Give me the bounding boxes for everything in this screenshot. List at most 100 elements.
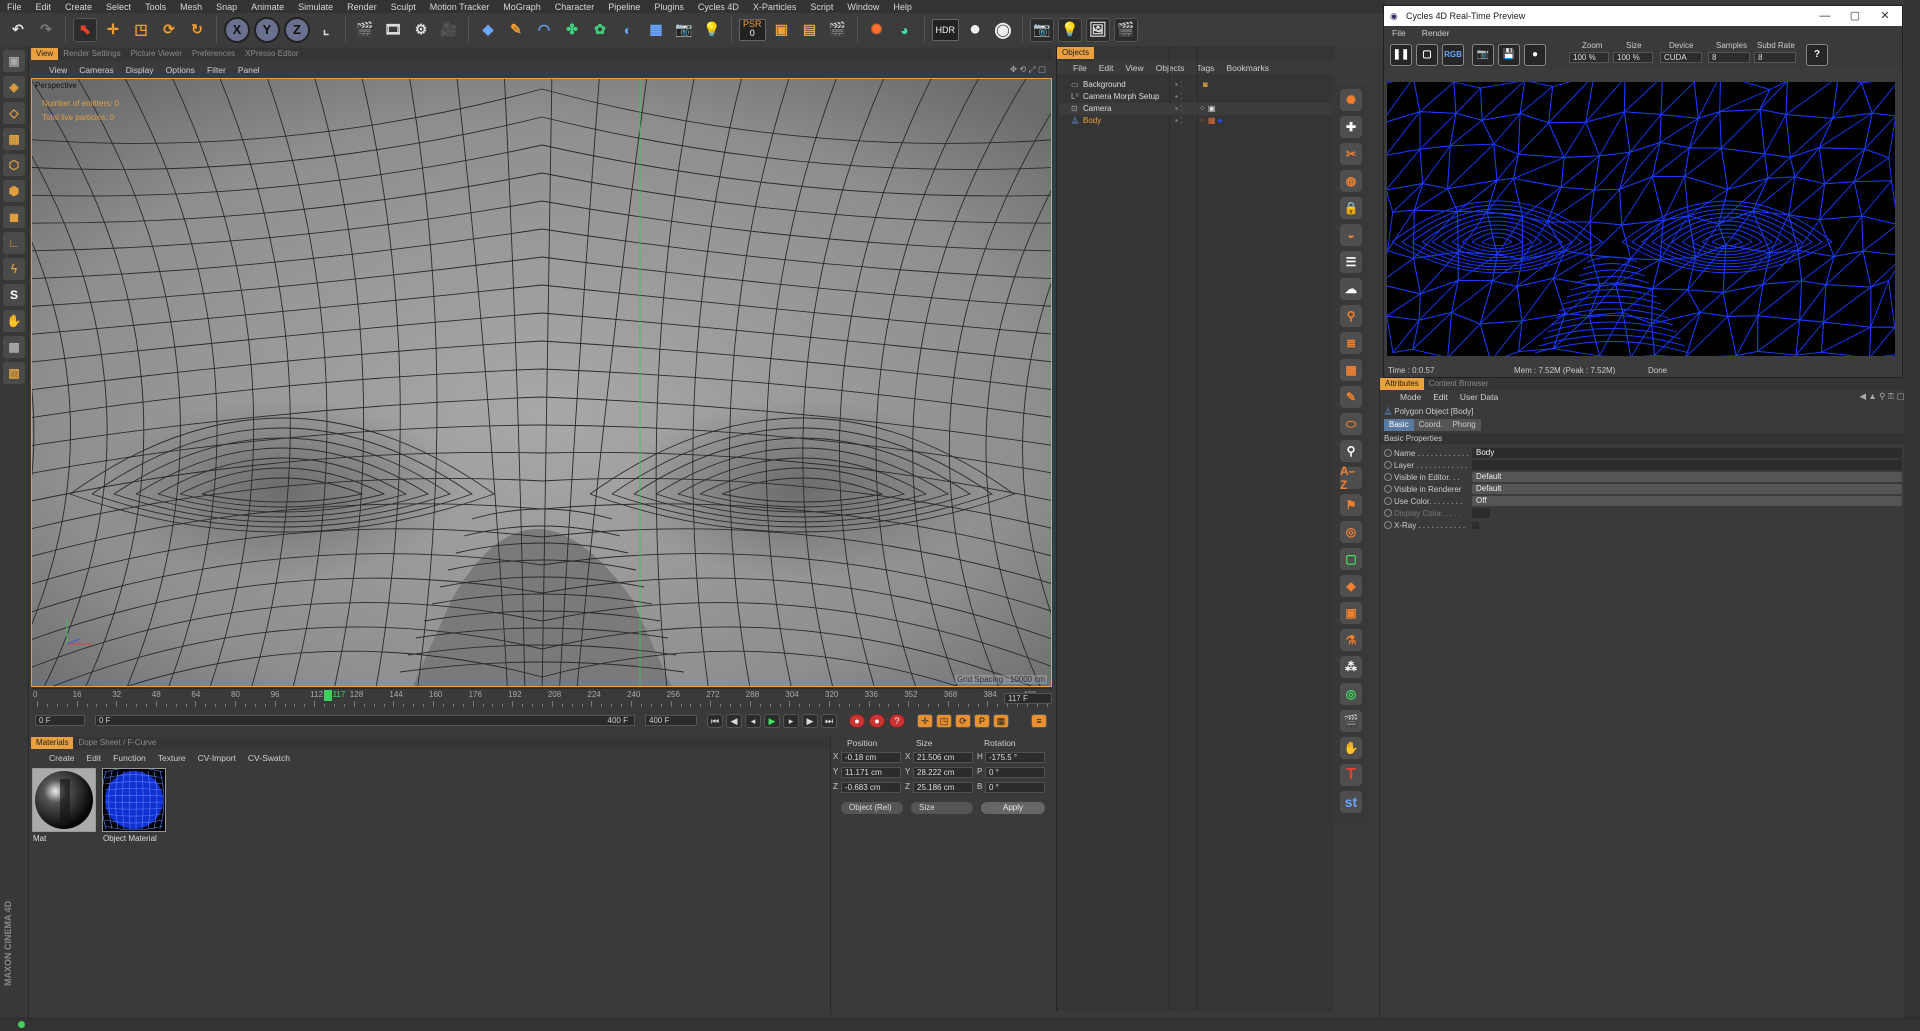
attribute-dropdown[interactable]: Off [1472,496,1902,506]
animate-radio-icon[interactable] [1384,509,1392,517]
size-field[interactable]: 100 % [1613,52,1653,63]
attribute-dropdown[interactable]: Default [1472,484,1902,494]
objects-menu-edit[interactable]: Edit [1093,63,1120,73]
coordinate-system-icon[interactable]: ⌞ [314,18,338,42]
current-frame-field[interactable]: 117 F [1004,693,1052,704]
object-row-background[interactable]: ▭ Background ▪ ⁚ ◙ [1059,79,1332,91]
objects-menu-bookmarks[interactable]: Bookmarks [1220,63,1275,73]
menu-plugins[interactable]: Plugins [647,2,691,12]
xray-checkbox[interactable] [1472,522,1479,529]
tab-objects[interactable]: Objects [1057,47,1095,59]
x-axis-lock-button[interactable]: X [224,16,250,43]
subdivision-icon[interactable]: ◠ [532,18,556,42]
objects-menu-view[interactable]: View [1119,63,1149,73]
light-icon[interactable]: 💡 [700,18,724,42]
render-picture-viewer-icon[interactable]: 🎞 [381,18,405,42]
camera-icon[interactable]: 📷 [672,18,696,42]
z-axis-lock-button[interactable]: Z [284,16,310,43]
key-position-icon[interactable]: ✛ [917,714,933,728]
keyframe-selection-icon[interactable]: ? [889,714,905,728]
zoom-field[interactable]: 100 % [1569,52,1609,63]
subtab-basic[interactable]: Basic [1384,419,1414,431]
plugin-lock-icon[interactable]: 🔒 [1340,197,1362,219]
perspective-viewport[interactable]: Perspective Number of emitters: 0 Total … [31,78,1052,687]
sphere-white-icon[interactable]: ● [963,18,987,42]
render-queue-icon[interactable]: 🎥 [437,18,461,42]
menu-script[interactable]: Script [803,2,840,12]
plugin-grid-icon[interactable]: ▦ [1340,359,1362,381]
key-scale-icon[interactable]: ◳ [936,714,952,728]
plugin-pill-icon[interactable]: ⬭ [1340,413,1362,435]
planar-workplane-icon[interactable]: ▧ [3,362,25,384]
plugin-az-icon[interactable]: A–Z [1340,464,1362,492]
plugin-add-icon[interactable]: ✚ [1340,116,1362,138]
pause-icon[interactable]: ❚❚ [1390,44,1412,66]
plugin-pin-icon[interactable]: ⚲ [1340,305,1362,327]
viewport-menu-options[interactable]: Options [160,65,201,75]
material-sphere-icon[interactable]: ● [1524,44,1546,66]
animate-radio-icon[interactable] [1384,461,1392,469]
edges-mode-icon[interactable]: ⬢ [3,180,25,202]
play-icon[interactable]: ▶ [764,714,780,728]
live-selection-icon[interactable]: ⬉ [73,17,97,42]
go-to-end-icon[interactable]: ⏭ [821,714,837,728]
position-field-x[interactable]: -0.18 cm [841,752,901,763]
cycles-render-view[interactable] [1387,82,1895,356]
plugin-scissors-icon[interactable]: ✂ [1340,143,1362,165]
material-label-object-material[interactable]: Object Material [103,834,157,843]
viewport-menu-filter[interactable]: Filter [201,65,232,75]
plugin-st-icon[interactable]: st [1340,791,1362,813]
animate-radio-icon[interactable] [1384,485,1392,493]
objects-menu-objects[interactable]: Objects [1150,63,1191,73]
polygons-mode-icon[interactable]: ◼ [3,206,25,228]
tab-materials[interactable]: Materials [31,737,74,749]
timeline-playhead[interactable] [323,690,332,701]
menu-mograph[interactable]: MoGraph [496,2,548,12]
plugin-emitter-icon[interactable]: ◍ [1340,170,1362,192]
visibility-dots-icon[interactable]: ▪ ⁚ [1175,91,1183,103]
snapshot-icon[interactable]: 📷 [1472,44,1494,66]
coordinate-mode-dropdown[interactable]: Object (Rel) [841,802,903,814]
tab-attributes[interactable]: Attributes [1380,378,1424,390]
max-frame-field[interactable]: 400 F [645,715,697,726]
attribute-dropdown[interactable]: Default [1472,472,1902,482]
y-axis-lock-button[interactable]: Y [254,16,280,43]
viewport-menu-panel[interactable]: Panel [232,65,266,75]
plugin-frame-icon[interactable]: ▢ [1340,548,1362,570]
record-icon[interactable]: ● [849,714,865,728]
plugin-bandage-icon[interactable]: ✎ [1340,386,1362,408]
plugin-shape-icon[interactable]: ◆ [1340,575,1362,597]
subtab-coord[interactable]: Coord. [1413,419,1448,431]
attribute-input[interactable] [1472,460,1902,470]
viewport-menu-display[interactable]: Display [120,65,160,75]
menu-edit[interactable]: Edit [29,2,59,12]
cube-icon[interactable]: ◆ [476,18,500,42]
tab-dope-sheet[interactable]: Dope Sheet / F-Curve [73,737,161,749]
texture-icon[interactable]: ▤ [798,18,822,42]
tweak-mode-icon[interactable]: ϟ [3,258,25,280]
plugin-text-icon[interactable]: T [1340,764,1362,786]
attribute-menu-user-data[interactable]: User Data [1454,392,1504,402]
image-icon[interactable]: 🖼 [1086,17,1111,42]
rotation-field-y[interactable]: 0 ° [985,767,1045,778]
menu-tools[interactable]: Tools [138,2,173,12]
viewport-menu-view[interactable]: View [43,65,73,75]
material-menu-edit[interactable]: Edit [81,753,108,763]
prev-key-icon[interactable]: ◀ [726,714,742,728]
clapper-icon[interactable]: 🎬 [826,18,850,42]
menu-x-particles[interactable]: X-Particles [746,2,804,12]
attribute-menu-edit[interactable]: Edit [1427,392,1454,402]
render-view-icon[interactable]: 🎬 [353,18,377,42]
display-color-swatch[interactable] [1472,508,1490,518]
plugin-globe-icon[interactable]: ◎ [1340,521,1362,543]
viewport-navigation-icons[interactable]: ✥ ⟲ ⤢ ▢ [1004,64,1052,75]
next-key-icon[interactable]: ▶ [802,714,818,728]
start-frame-field[interactable]: 0 F [35,715,85,726]
animate-radio-icon[interactable] [1384,497,1392,505]
attribute-input[interactable]: Body [1472,448,1902,458]
pen-spline-icon[interactable]: ✎ [504,18,528,42]
autokey-icon[interactable]: ● [869,714,885,728]
attribute-menu-mode[interactable]: Mode [1394,392,1427,402]
scale-icon[interactable]: ◳ [129,18,153,42]
material-thumb-mat[interactable] [32,768,96,832]
